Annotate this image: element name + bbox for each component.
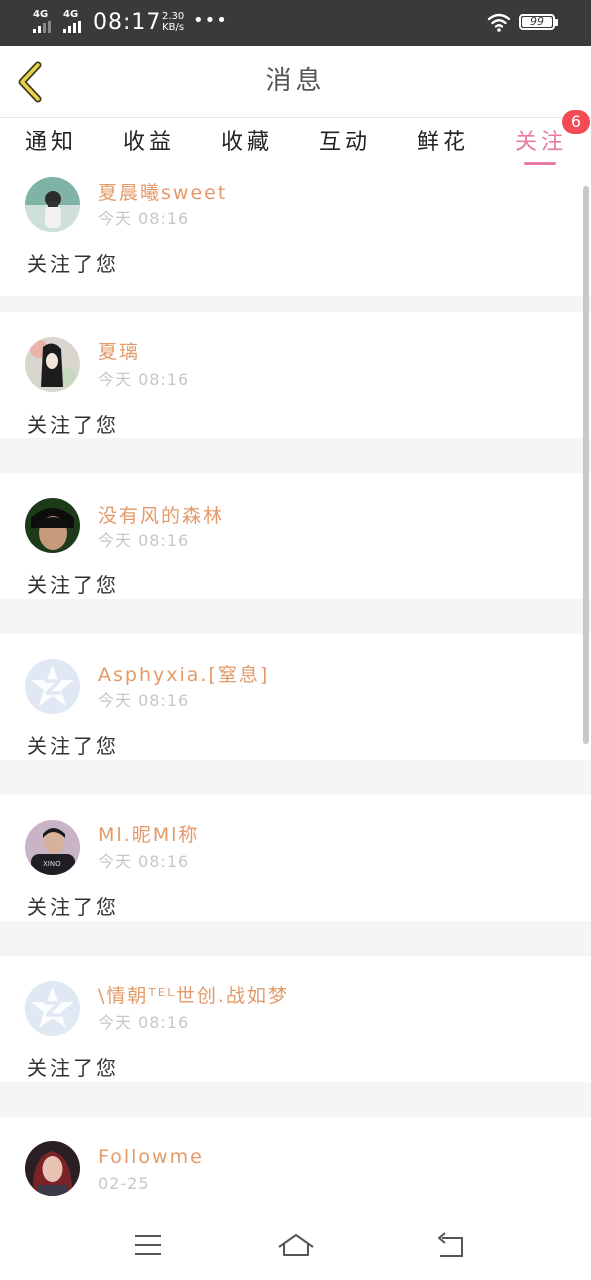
battery-icon: 99 [519, 14, 555, 30]
message-text: 关注了您 [27, 734, 119, 758]
net-speed-value: 2.30 [162, 11, 185, 22]
net-speed: 2.30 KB/s [162, 11, 184, 33]
message-text: 关注了您 [27, 1056, 119, 1080]
clock: 08:17 [93, 10, 162, 35]
timestamp: 今天 08:16 [98, 531, 190, 550]
user-name[interactable]: Ml.昵Ml称 [98, 822, 199, 848]
default-avatar-icon[interactable] [25, 659, 80, 714]
list-item[interactable]: 没有风的森林 今天 08:16 关注了您 [0, 473, 591, 599]
back-nav-icon[interactable] [432, 1230, 468, 1260]
list-item[interactable]: \情朝ᵀᴱᴸ世创.战如梦 今天 08:16 关注了您 [0, 956, 591, 1082]
tab-favorites[interactable]: 收藏 [221, 128, 273, 158]
more-notifications-icon: ••• [193, 10, 228, 31]
header: 消息 [0, 46, 591, 118]
scrollbar[interactable] [583, 186, 589, 744]
timestamp: 02-25 [98, 1174, 150, 1193]
timestamp: 今天 08:16 [98, 1013, 190, 1032]
user-name[interactable]: 没有风的森林 [98, 503, 224, 529]
user-name[interactable]: 夏晨曦sweet [98, 180, 227, 206]
user-name[interactable]: \情朝ᵀᴱᴸ世创.战如梦 [98, 983, 289, 1009]
list-item[interactable]: XINO Ml.昵Ml称 今天 08:16 关注了您 [0, 795, 591, 921]
message-text: 关注了您 [27, 895, 119, 919]
tab-interactions[interactable]: 互动 [319, 128, 371, 158]
following-count-badge: 6 [562, 110, 590, 134]
sim2-label: 4G [63, 9, 79, 20]
wifi-icon [487, 13, 511, 32]
avatar[interactable] [25, 498, 80, 553]
message-text: 关注了您 [27, 413, 119, 437]
user-name[interactable]: 夏璃 [98, 339, 140, 365]
tab-earnings[interactable]: 收益 [123, 128, 175, 158]
svg-text:XINO: XINO [43, 860, 61, 868]
message-text: 关注了您 [27, 252, 119, 276]
default-avatar-icon[interactable] [25, 981, 80, 1036]
menu-icon[interactable] [130, 1230, 166, 1260]
user-name[interactable]: Asphyxia.[窒息] [98, 662, 269, 688]
tab-flowers[interactable]: 鲜花 [417, 128, 469, 158]
avatar[interactable] [25, 337, 80, 392]
user-name[interactable]: Followme [98, 1144, 204, 1170]
message-list: 夏晨曦sweet 今天 08:16 关注了您 夏璃 今天 08:16 关注了您 [0, 170, 591, 1210]
avatar[interactable] [25, 1141, 80, 1196]
list-item[interactable]: 夏晨曦sweet 今天 08:16 关注了您 [0, 170, 591, 296]
home-icon[interactable] [276, 1230, 316, 1260]
avatar[interactable] [25, 177, 80, 232]
timestamp: 今天 08:16 [98, 852, 190, 871]
tab-notifications[interactable]: 通知 [25, 128, 77, 158]
list-item[interactable]: Followme 02-25 [0, 1117, 591, 1210]
list-item[interactable]: 夏璃 今天 08:16 关注了您 [0, 312, 591, 438]
avatar[interactable]: XINO [25, 820, 80, 875]
tab-following[interactable]: 关注 [515, 128, 567, 158]
message-text: 关注了您 [27, 573, 119, 597]
timestamp: 今天 08:16 [98, 691, 190, 710]
sim1-label: 4G [33, 9, 49, 20]
battery-level: 99 [530, 15, 544, 28]
active-tab-indicator [524, 162, 556, 165]
page-title: 消息 [265, 66, 326, 96]
timestamp: 今天 08:16 [98, 370, 190, 389]
net-speed-unit: KB/s [162, 22, 185, 33]
status-bar: 4G 4G 08:17 2.30 KB/s ••• 99 [0, 0, 591, 46]
tab-bar: 通知 收益 收藏 互动 鲜花 关注 [0, 118, 591, 170]
timestamp: 今天 08:16 [98, 209, 190, 228]
list-item[interactable]: Asphyxia.[窒息] 今天 08:16 关注了您 [0, 634, 591, 760]
system-navbar [0, 1210, 591, 1280]
